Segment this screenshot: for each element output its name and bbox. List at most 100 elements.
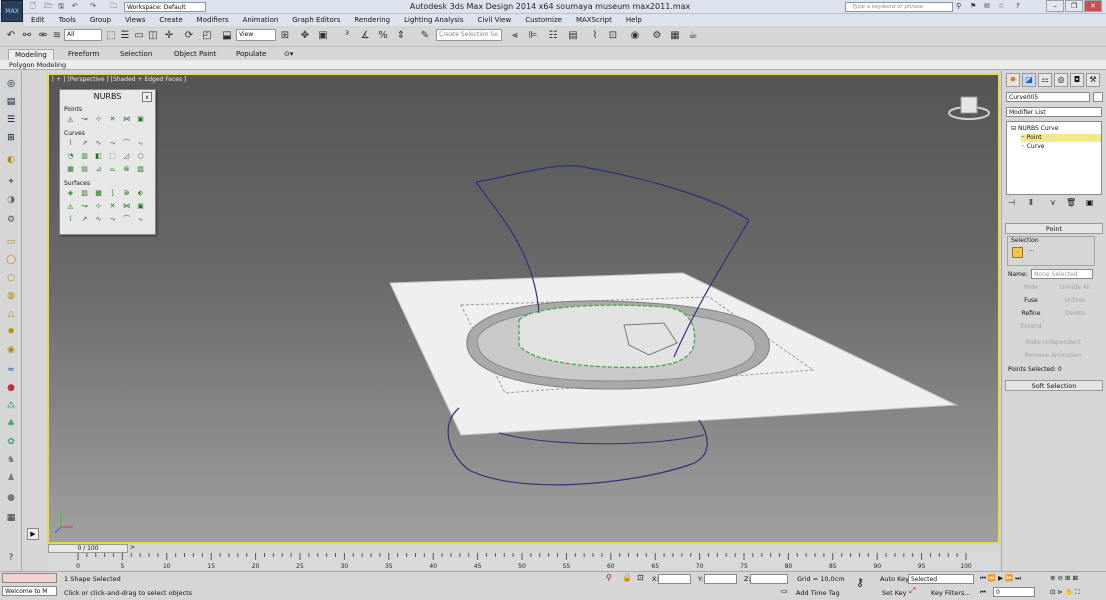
nurbs-points-tool-icon[interactable]: ⊹ [94,115,103,123]
graphite-toggle-icon[interactable]: ▤ [566,29,580,43]
nurbs-surfaces-tool-icon[interactable]: ⋈ [122,202,131,210]
nurbs-curves-tool-icon[interactable]: ▤ [80,165,89,173]
unhide-all-button[interactable]: Unhide All [1054,283,1096,294]
nurbs-curves-tool-icon[interactable]: ⌒ [122,139,131,147]
key-filters-button[interactable]: Key Filters... [931,588,971,598]
keyboard-shortcut-toggle-icon[interactable]: ▣ [316,29,330,43]
nurbs-surfaces-tool-icon[interactable]: ∿ [94,215,103,223]
key-icon[interactable]: ⚷ [856,576,864,589]
ribbon-options-icon[interactable]: ⊙▾ [278,49,299,60]
nurbs-surfaces-tool-icon[interactable]: ✕ [108,202,117,210]
new-file-icon[interactable]: 🗋 [30,2,36,12]
close-button[interactable]: ✕ [1084,0,1102,12]
nurbs-curves-tool-icon[interactable]: ∿ [94,139,103,147]
menu-animation[interactable]: Animation [236,14,286,26]
nurbs-curves-tool-icon[interactable]: ⤷ [136,139,145,147]
building-core-curve[interactable] [518,304,696,369]
remove-animation-button[interactable]: Remove Animation [1008,351,1098,362]
nurbs-surfaces-tool-icon[interactable]: ⌇ [66,215,75,223]
selection-filter-dropdown[interactable]: All [64,29,102,41]
nurbs-curves-tool-icon[interactable]: ◔ [66,152,75,160]
tab-selection[interactable]: Selection [114,49,158,60]
remove-modifier-icon[interactable]: 🗑 [1066,198,1076,207]
menu-graph-editors[interactable]: Graph Editors [285,14,347,26]
nurbs-points-tool-icon[interactable]: ↝ [80,115,89,123]
space-warps-icon[interactable]: ◑ [4,193,18,207]
search-input[interactable]: Type a keyword or phrase [845,2,953,12]
nurbs-points-tool-icon[interactable]: ▣ [136,115,145,123]
spinner-snap-icon[interactable]: ⇕ [394,29,408,43]
x-coordinate-field[interactable] [658,574,691,584]
utilities-tab-icon[interactable]: ⚒ [1086,73,1100,87]
rollout-point-header[interactable]: Point [1005,223,1103,234]
nurbs-surfaces-tool-icon[interactable]: ⋑ [122,189,131,197]
lights-icon[interactable]: ● [4,381,18,395]
minimize-button[interactable]: – [1046,0,1064,12]
menu-rendering[interactable]: Rendering [347,14,397,26]
isolate-icon[interactable]: ⚲ [606,573,612,582]
extend-button[interactable]: Extend [1010,322,1052,333]
layer-manager-icon[interactable]: ☷ [546,29,560,43]
nurbs-curve-bottom-inner[interactable] [498,432,705,445]
torus-icon[interactable]: ◍ [4,289,18,303]
animal-icon[interactable]: ♞ [4,453,18,467]
particles-icon[interactable]: ⁂ [4,399,18,413]
select-rotate-icon[interactable]: ⟳ [182,29,196,43]
mirror-icon[interactable]: ⫷ [508,29,522,43]
default-in-out-tangents-icon[interactable]: ⤢ [909,586,915,596]
soft-selection-rollout[interactable]: Soft Selection [1005,380,1103,391]
show-end-result-icon[interactable]: Ⅱ [1029,198,1033,207]
set-key-button[interactable]: Set Key [882,588,907,598]
motion-tab-icon[interactable]: ◎ [1054,73,1068,87]
menu-tools[interactable]: Tools [52,14,83,26]
perspective-viewport[interactable]: [ + ] [Perspective ] [Shaded + Edged Fac… [47,73,1000,544]
nurbs-surfaces-tool-icon[interactable]: ⤳ [108,215,117,223]
workspace-dropdown[interactable]: Workspace: Default [124,2,206,12]
nurbs-surfaces-tool-icon[interactable]: ↗ [80,215,89,223]
nurbs-surfaces-tool-icon[interactable]: ⟆ [108,189,117,197]
nurbs-surfaces-tool-icon[interactable]: ⌒ [122,215,131,223]
snaps-toggle-icon[interactable]: ³ [340,29,354,43]
systems-icon[interactable]: ⚙ [4,213,18,227]
nurbs-curves-tool-icon[interactable]: ⊿ [94,165,103,173]
tab-object-paint[interactable]: Object Paint [168,49,222,60]
redo-icon[interactable]: ↷ [90,2,96,12]
time-slider[interactable]: 0 / 100 [48,544,128,553]
maximize-button[interactable]: ❐ [1065,0,1083,12]
make-unique-icon[interactable]: ⋎ [1050,198,1056,207]
nurbs-curves-tool-icon[interactable]: ○ [136,152,145,160]
single-point-icon[interactable]: · [1012,247,1023,258]
nurbs-surfaces-tool-icon[interactable]: ▨ [80,189,89,197]
time-tag-icon[interactable]: ▭ [781,587,788,595]
scene-explorer-icon[interactable]: ▤ [4,95,18,109]
delete-button[interactable]: Delete [1054,309,1096,320]
binoculars-icon[interactable]: ⚲ [956,2,961,12]
nurbs-surfaces-tool-icon[interactable]: ⊹ [94,202,103,210]
nurbs-close-button[interactable]: x [142,92,152,102]
select-manipulate-icon[interactable]: ✥ [298,29,312,43]
menu-civil-view[interactable]: Civil View [470,14,518,26]
tab-populate[interactable]: Populate [230,49,272,60]
app-menu-button[interactable]: MAX [1,0,23,22]
nurbs-curves-tool-icon[interactable]: ◿ [122,152,131,160]
layer-explorer-icon[interactable]: ☰ [4,113,18,127]
select-by-name-icon[interactable]: ☰ [118,29,132,43]
pivot-center-icon[interactable]: ⊞ [278,29,292,43]
make-independent-button[interactable]: Make Independent [1008,338,1098,349]
hide-button[interactable]: Hide [1010,283,1052,294]
modify-tab-icon[interactable]: ◪ [1022,73,1036,87]
nurbs-curves-tool-icon[interactable]: ▦ [66,165,75,173]
nurbs-surfaces-tool-icon[interactable]: ▩ [94,189,103,197]
undo-toolbar-icon[interactable]: ↶ [4,29,18,43]
object-name-field[interactable]: Curve005 [1006,92,1090,102]
angle-snap-icon[interactable]: ∡ [358,29,372,43]
undo-icon[interactable]: ↶ [72,2,78,12]
refine-button[interactable]: Refine [1010,309,1052,320]
compound-icon[interactable]: ✿ [4,435,18,449]
maxscript-input[interactable]: Welcome to M [2,586,57,596]
menu-group[interactable]: Group [83,14,118,26]
nurbs-curves-tool-icon[interactable]: ▥ [80,152,89,160]
spline-icon[interactable]: ≈ [4,363,18,377]
auto-key-button[interactable]: Auto Key [880,574,909,584]
nurbs-curves-tool-icon[interactable]: ⌓ [108,165,117,173]
